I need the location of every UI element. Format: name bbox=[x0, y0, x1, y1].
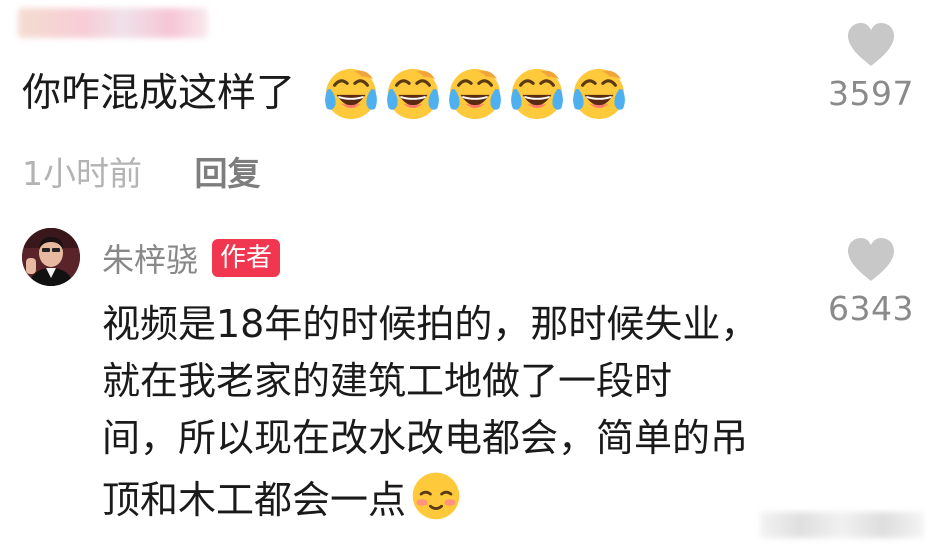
reply-author-name[interactable]: 朱梓骁 bbox=[102, 235, 198, 281]
reply-button[interactable]: 回复 bbox=[195, 154, 261, 193]
laughing-crying-emoji-icon bbox=[508, 64, 566, 122]
reply-line-text: 顶和木工都会一点 bbox=[102, 478, 407, 522]
blurred-watermark bbox=[760, 512, 924, 538]
heart-icon[interactable] bbox=[846, 22, 896, 68]
comment-like-button[interactable]: 3597 bbox=[826, 22, 916, 113]
comment-like-count: 3597 bbox=[828, 74, 914, 113]
comment-timestamp: 1小时前 bbox=[22, 154, 142, 193]
reply-line: 视频是18年的时候拍的，那时候失业， bbox=[102, 302, 759, 346]
shy-smile-emoji-icon bbox=[412, 472, 460, 520]
author-badge: 作者 bbox=[212, 239, 281, 277]
reply-line-last: 顶和木工都会一点 bbox=[102, 467, 807, 529]
avatar[interactable] bbox=[22, 228, 80, 286]
emoji-row bbox=[322, 64, 628, 122]
reply-author-row: 朱梓骁 作者 bbox=[102, 235, 281, 281]
reply-like-count: 6343 bbox=[828, 289, 914, 328]
comment-text: 你咋混成这样了 bbox=[22, 71, 296, 116]
blurred-username bbox=[18, 8, 208, 38]
reply-line: 间，所以现在改水改电都会，简单的吊 bbox=[102, 416, 749, 460]
avatar-image bbox=[22, 228, 80, 286]
reply-like-button[interactable]: 6343 bbox=[826, 237, 916, 328]
laughing-crying-emoji-icon bbox=[384, 64, 442, 122]
reply-line: 就在我老家的建筑工地做了一段时 bbox=[102, 359, 673, 403]
laughing-crying-emoji-icon bbox=[570, 64, 628, 122]
heart-icon[interactable] bbox=[846, 237, 896, 283]
laughing-crying-emoji-icon bbox=[322, 64, 380, 122]
reply-text: 视频是18年的时候拍的，那时候失业， 就在我老家的建筑工地做了一段时 间，所以现… bbox=[102, 296, 807, 529]
laughing-crying-emoji-icon bbox=[446, 64, 504, 122]
comment-meta: 1小时前 回复 bbox=[22, 152, 261, 196]
